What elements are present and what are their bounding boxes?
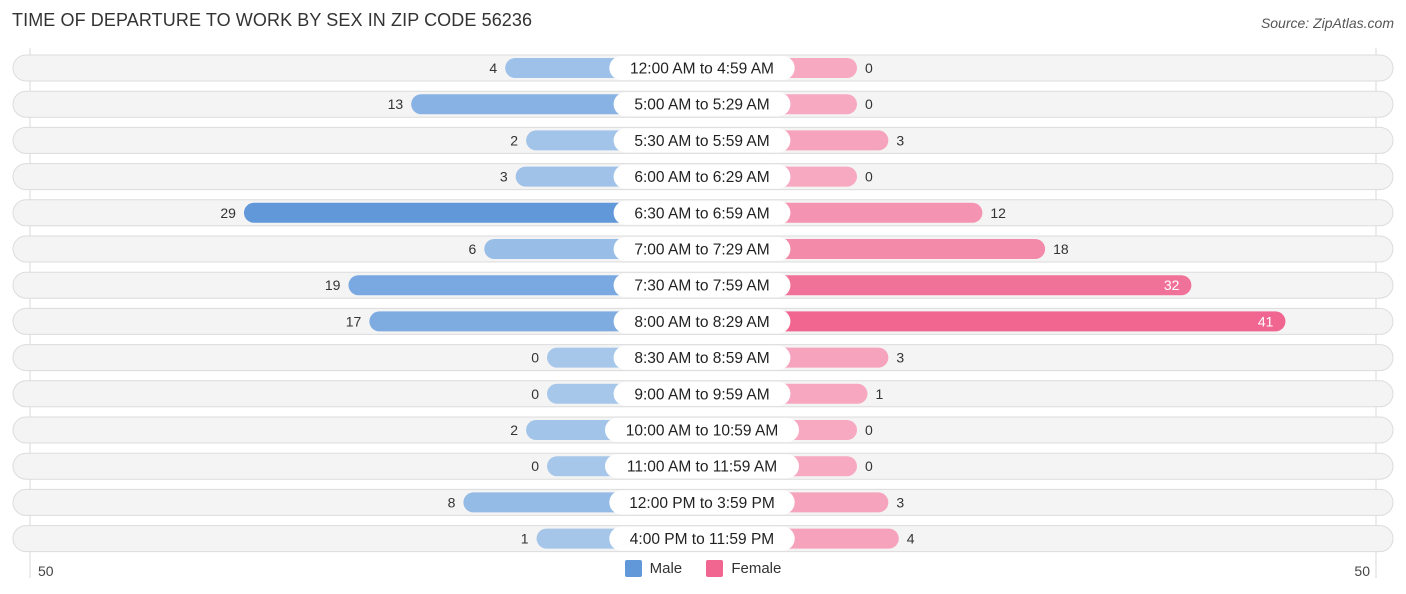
value-label-female: 12 bbox=[990, 205, 1006, 221]
category-label: 6:30 AM to 6:59 AM bbox=[634, 205, 769, 222]
legend-label-male: Male bbox=[649, 560, 683, 577]
category-label: 12:00 PM to 3:59 PM bbox=[629, 495, 775, 512]
category-label: 6:00 AM to 6:29 AM bbox=[634, 169, 769, 186]
category-label: 12:00 AM to 4:59 AM bbox=[630, 61, 774, 78]
value-label-male: 6 bbox=[469, 241, 477, 257]
value-label-female: 0 bbox=[865, 458, 873, 474]
category-label: 5:00 AM to 5:29 AM bbox=[634, 97, 769, 114]
value-label-male: 0 bbox=[531, 458, 539, 474]
value-label-male: 2 bbox=[510, 132, 518, 148]
chart-row: 17 41 8:00 AM to 8:29 AM bbox=[12, 307, 1394, 335]
chart-row: 13 0 5:00 AM to 5:29 AM bbox=[12, 90, 1394, 118]
value-label-male: 4 bbox=[489, 60, 497, 76]
category-label: 8:00 AM to 8:29 AM bbox=[634, 314, 769, 331]
value-label-male: 0 bbox=[531, 386, 539, 402]
value-label-female: 0 bbox=[865, 60, 873, 76]
legend-swatch-male bbox=[624, 560, 642, 577]
category-label: 7:30 AM to 7:59 AM bbox=[634, 278, 769, 295]
chart-row: 0 0 11:00 AM to 11:59 AM bbox=[12, 452, 1394, 480]
category-label: 11:00 AM to 11:59 AM bbox=[627, 459, 777, 476]
value-label-female: 18 bbox=[1053, 241, 1069, 257]
legend: Male Female bbox=[0, 560, 1406, 581]
value-label-male: 2 bbox=[510, 422, 518, 438]
value-label-male: 8 bbox=[448, 494, 456, 510]
value-label-female: 3 bbox=[896, 494, 904, 510]
chart-row: 0 3 8:30 AM to 8:59 AM bbox=[12, 344, 1394, 372]
value-label-male: 19 bbox=[325, 277, 341, 293]
value-label-female: 4 bbox=[907, 531, 915, 547]
legend-label-female: Female bbox=[731, 560, 782, 577]
chart-row: 2 0 10:00 AM to 10:59 AM bbox=[12, 416, 1394, 444]
value-label-male: 3 bbox=[500, 169, 508, 185]
chart-row: 2 3 5:30 AM to 5:59 AM bbox=[12, 126, 1394, 154]
legend-item-male[interactable]: Male bbox=[624, 560, 683, 577]
value-label-male: 0 bbox=[531, 350, 539, 366]
chart-row: 1 4 4:00 PM to 11:59 PM bbox=[12, 525, 1394, 553]
chart-row: 29 12 6:30 AM to 6:59 AM bbox=[12, 199, 1394, 227]
value-label-male: 13 bbox=[388, 96, 404, 112]
value-label-male: 29 bbox=[220, 205, 236, 221]
value-label-female: 41 bbox=[1258, 313, 1274, 329]
category-label: 10:00 AM to 10:59 AM bbox=[626, 423, 779, 440]
value-label-female: 0 bbox=[865, 422, 873, 438]
value-label-female: 3 bbox=[896, 132, 904, 148]
value-label-male: 17 bbox=[346, 313, 362, 329]
legend-item-female[interactable]: Female bbox=[706, 560, 781, 577]
category-label: 8:30 AM to 8:59 AM bbox=[634, 350, 769, 367]
category-label: 5:30 AM to 5:59 AM bbox=[634, 133, 769, 150]
value-label-female: 3 bbox=[896, 350, 904, 366]
value-label-male: 1 bbox=[521, 531, 529, 547]
value-label-female: 0 bbox=[865, 169, 873, 185]
chart-row: 3 0 6:00 AM to 6:29 AM bbox=[12, 163, 1394, 191]
value-label-female: 0 bbox=[865, 96, 873, 112]
chart-row: 8 3 12:00 PM to 3:59 PM bbox=[12, 488, 1394, 516]
chart-row: 6 18 7:00 AM to 7:29 AM bbox=[12, 235, 1394, 263]
category-label: 7:00 AM to 7:29 AM bbox=[634, 242, 769, 259]
category-label: 9:00 AM to 9:59 AM bbox=[634, 386, 769, 403]
value-label-female: 32 bbox=[1164, 277, 1180, 293]
chart-row: 0 1 9:00 AM to 9:59 AM bbox=[12, 380, 1394, 408]
chart-canvas: 4 012:00 AM to 4:59 AM13 05:00 AM to 5:29 … bbox=[12, 48, 1394, 578]
chart-row: 19 32 7:30 AM to 7:59 AM bbox=[12, 271, 1394, 299]
category-label: 4:00 PM to 11:59 PM bbox=[630, 531, 774, 548]
legend-swatch-female bbox=[706, 560, 724, 577]
value-label-female: 1 bbox=[875, 386, 883, 402]
chart-row: 4 0 12:00 AM to 4:59 AM bbox=[12, 54, 1394, 82]
